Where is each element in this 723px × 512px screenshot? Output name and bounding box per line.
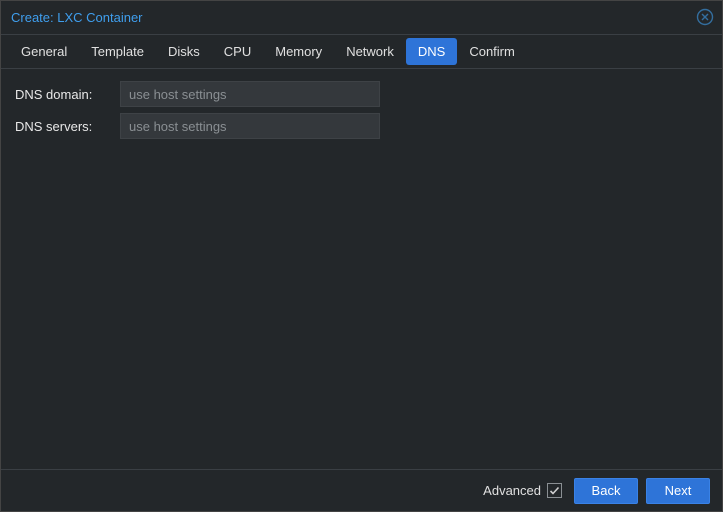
tab-dns[interactable]: DNS [406, 38, 457, 65]
row-dns-servers: DNS servers: [15, 113, 708, 139]
dns-domain-input[interactable] [120, 81, 380, 107]
label-dns-servers: DNS servers: [15, 119, 120, 134]
close-icon[interactable] [696, 8, 714, 26]
back-button[interactable]: Back [574, 478, 638, 504]
wizard-footer: Advanced Back Next [1, 469, 722, 511]
window-title: Create: LXC Container [11, 10, 143, 25]
advanced-toggle[interactable]: Advanced [483, 483, 562, 498]
tab-network[interactable]: Network [334, 38, 406, 65]
dns-servers-input[interactable] [120, 113, 380, 139]
tab-template[interactable]: Template [79, 38, 156, 65]
tab-confirm[interactable]: Confirm [457, 38, 527, 65]
label-dns-domain: DNS domain: [15, 87, 120, 102]
advanced-checkbox[interactable] [547, 483, 562, 498]
row-dns-domain: DNS domain: [15, 81, 708, 107]
tab-cpu[interactable]: CPU [212, 38, 263, 65]
wizard-content: DNS domain: DNS servers: [1, 69, 722, 469]
tab-memory[interactable]: Memory [263, 38, 334, 65]
tab-general[interactable]: General [9, 38, 79, 65]
titlebar: Create: LXC Container [1, 1, 722, 35]
advanced-label: Advanced [483, 483, 541, 498]
wizard-tabs: General Template Disks CPU Memory Networ… [1, 35, 722, 69]
wizard-window: Create: LXC Container General Template D… [0, 0, 723, 512]
next-button[interactable]: Next [646, 478, 710, 504]
tab-disks[interactable]: Disks [156, 38, 212, 65]
